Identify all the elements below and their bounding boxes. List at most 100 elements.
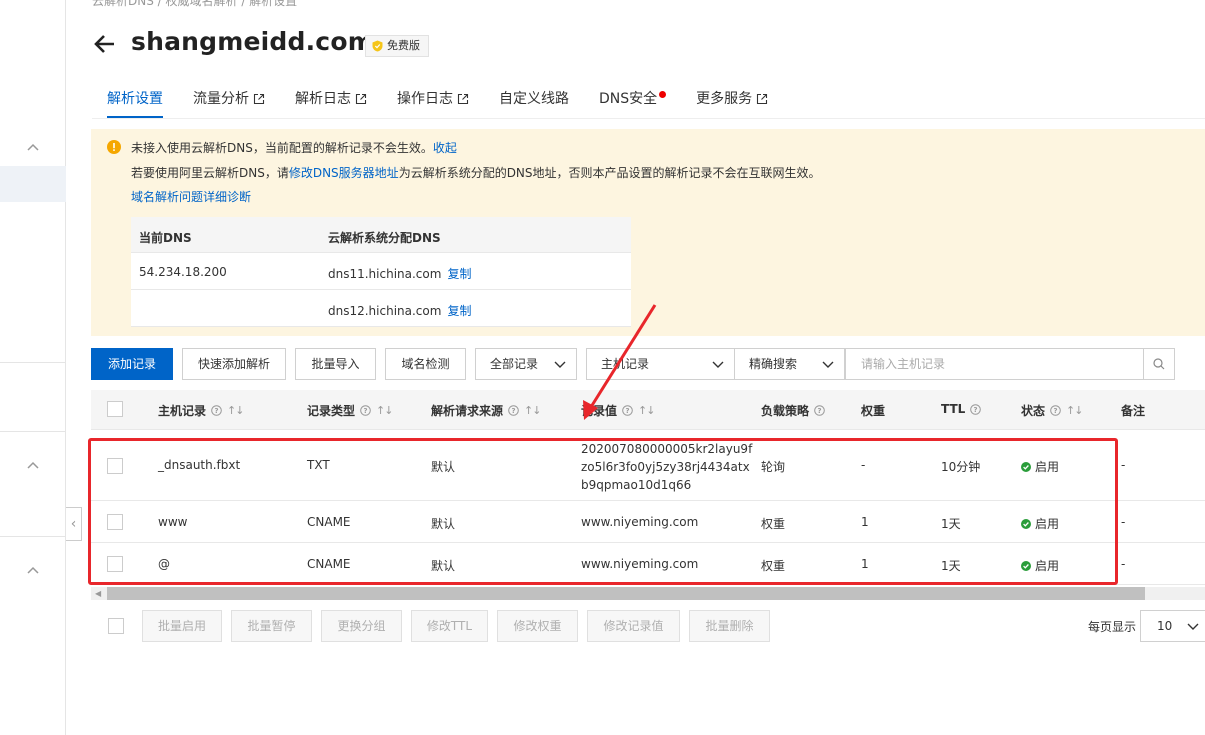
- sidebar-collapse-button[interactable]: ‹: [66, 507, 82, 541]
- remark-cell: -: [1121, 557, 1126, 571]
- left-sidebar: [0, 0, 66, 735]
- column-label: 记录值: [581, 404, 618, 418]
- record-filter-select[interactable]: 全部记录: [475, 348, 577, 380]
- notification-dot: [659, 90, 667, 98]
- notice-text: 若要使用阿里云解析DNS，请: [131, 166, 289, 180]
- column-type[interactable]: 记录类型? ↑↓: [307, 402, 393, 419]
- diagnose-link[interactable]: 域名解析问题详细诊断: [131, 188, 251, 205]
- select-value: 主机记录: [601, 357, 650, 371]
- help-icon: ?: [1050, 405, 1061, 416]
- select-all-checkbox[interactable]: [107, 401, 123, 417]
- sort-icon: ↑↓: [227, 404, 244, 417]
- batch-pause-button[interactable]: 批量暂停: [231, 610, 312, 642]
- help-icon: ?: [508, 405, 519, 416]
- svg-text:?: ?: [974, 406, 978, 414]
- back-arrow-icon[interactable]: [92, 31, 118, 57]
- select-value: 10: [1157, 619, 1173, 633]
- tab-divider: [92, 118, 1205, 119]
- notice-text: 未接入使用云解析DNS，当前配置的解析记录不会生效。: [131, 141, 433, 155]
- sidebar-divider: [0, 431, 66, 432]
- domain-check-button[interactable]: 域名检测: [385, 348, 466, 380]
- search-field-select[interactable]: 主机记录: [586, 348, 735, 380]
- svg-text:?: ?: [511, 407, 515, 415]
- chevron-up-icon[interactable]: [26, 140, 40, 154]
- column-label: 主机记录: [158, 404, 207, 418]
- help-icon: ?: [211, 405, 222, 416]
- match-mode-select[interactable]: 精确搜索: [734, 348, 845, 380]
- copy-link[interactable]: 复制: [447, 304, 471, 318]
- tab-resolution-log[interactable]: 解析日志: [280, 80, 382, 118]
- svg-text:?: ?: [214, 407, 218, 415]
- external-link-icon: [355, 93, 367, 105]
- chevron-down-icon: [554, 361, 566, 368]
- page-size-select[interactable]: 10: [1140, 610, 1205, 642]
- modify-weight-button[interactable]: 修改权重: [497, 610, 578, 642]
- change-group-button[interactable]: 更换分组: [321, 610, 402, 642]
- select-value: 精确搜索: [749, 357, 798, 371]
- quick-add-button[interactable]: 快速添加解析: [182, 348, 286, 380]
- help-icon: ?: [360, 405, 371, 416]
- collapse-link[interactable]: 收起: [433, 141, 457, 155]
- remark-cell: -: [1121, 515, 1126, 529]
- copy-link[interactable]: 复制: [447, 267, 471, 281]
- scroll-left-icon[interactable]: ◀: [95, 589, 101, 598]
- sidebar-selected-item[interactable]: [0, 166, 66, 202]
- column-remark: 备注: [1121, 402, 1145, 419]
- tab-custom-lines[interactable]: 自定义线路: [484, 80, 584, 118]
- current-dns: 54.234.18.200: [139, 265, 227, 279]
- notice-line-2: 若要使用阿里云解析DNS，请修改DNS服务器地址为云解析系统分配的DNS地址，否…: [131, 164, 821, 181]
- modify-value-button[interactable]: 修改记录值: [587, 610, 680, 642]
- sort-icon: ↑↓: [638, 404, 655, 417]
- help-icon: ?: [970, 403, 982, 415]
- batch-enable-button[interactable]: 批量启用: [142, 610, 222, 642]
- column-label: 备注: [1121, 404, 1146, 418]
- chevron-down-icon: [822, 361, 834, 368]
- tab-label: 更多服务: [696, 91, 753, 107]
- external-link-icon: [757, 93, 768, 105]
- search-input[interactable]: 请输入主机记录: [845, 348, 1144, 380]
- modify-ttl-button[interactable]: 修改TTL: [411, 610, 488, 642]
- chevron-up-icon[interactable]: [26, 458, 40, 472]
- column-value[interactable]: 记录值? ↑↓: [581, 402, 655, 419]
- search-icon: [1153, 358, 1165, 370]
- shield-icon: [372, 40, 383, 52]
- dns-server-table: 当前DNS 云解析系统分配DNS 54.234.18.200 dns11.hic…: [131, 217, 631, 327]
- tab-operation-log[interactable]: 操作日志: [382, 80, 484, 118]
- tab-dns-settings[interactable]: 解析设置: [92, 80, 178, 118]
- chevron-down-icon: [1187, 623, 1199, 630]
- tab-label: 解析设置: [107, 91, 163, 107]
- search-button[interactable]: [1143, 348, 1175, 380]
- column-host[interactable]: 主机记录? ↑↓: [158, 402, 244, 419]
- assigned-dns: dns11.hichina.com: [328, 267, 442, 281]
- add-record-button[interactable]: 添加记录: [91, 348, 173, 380]
- chevron-down-icon: [712, 361, 724, 368]
- plan-badge-label: 免费版: [387, 39, 420, 52]
- tab-more-services[interactable]: 更多服务: [681, 80, 783, 118]
- help-icon: ?: [622, 405, 633, 416]
- tab-label: 流量分析: [193, 91, 249, 107]
- modify-dns-link[interactable]: 修改DNS服务器地址: [289, 166, 399, 180]
- chevron-up-icon[interactable]: [26, 563, 40, 577]
- column-label: 状态: [1021, 404, 1046, 418]
- tab-traffic-analysis[interactable]: 流量分析: [178, 80, 280, 118]
- sort-icon: ↑↓: [524, 404, 541, 417]
- sort-icon: ↑↓: [376, 404, 393, 417]
- select-value: 全部记录: [490, 357, 539, 371]
- svg-text:?: ?: [625, 407, 629, 415]
- tab-bar: 解析设置 流量分析 解析日志 操作日志 自定义线路 DNS安全 更多服务: [92, 80, 783, 118]
- batch-delete-button[interactable]: 批量删除: [689, 610, 770, 642]
- scrollbar-thumb[interactable]: [107, 587, 1145, 600]
- tab-dns-security[interactable]: DNS安全: [584, 80, 681, 118]
- help-icon: ?: [814, 405, 825, 416]
- svg-text:?: ?: [363, 407, 367, 415]
- column-source[interactable]: 解析请求来源? ↑↓: [431, 402, 541, 419]
- column-status[interactable]: 状态? ↑↓: [1021, 402, 1083, 419]
- bulk-select-checkbox[interactable]: [108, 618, 124, 634]
- assigned-dns: dns12.hichina.com: [328, 304, 442, 318]
- horizontal-scrollbar[interactable]: ◀: [91, 587, 1205, 600]
- column-header: 云解析系统分配DNS: [328, 231, 441, 245]
- page-size-label: 每页显示: [1088, 620, 1137, 634]
- batch-import-button[interactable]: 批量导入: [295, 348, 376, 380]
- page-title: shangmeidd.com: [131, 27, 374, 56]
- tab-label: 操作日志: [397, 91, 453, 107]
